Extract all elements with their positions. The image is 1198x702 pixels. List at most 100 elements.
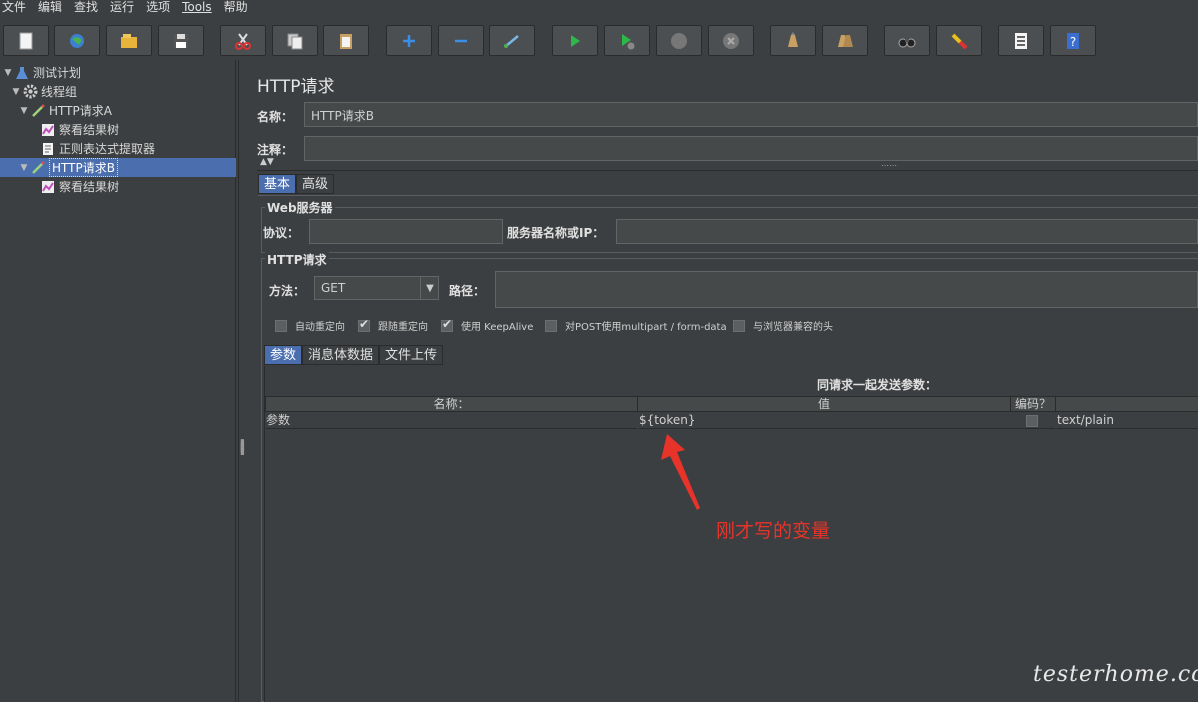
tab-parameters[interactable]: 参数 [264, 345, 303, 365]
splitter-grip-icon[interactable]: ▮ ▮ ▮ ▮ [240, 439, 245, 457]
annotation-arrow [661, 434, 700, 510]
reset-search-button[interactable] [936, 25, 982, 56]
http-request-panel: HTTP请求 名称： HTTP请求B 注释： ▲▼ ⋯⋯ 基本 高级 Web服务… [247, 60, 1198, 702]
page-title: HTTP请求 [257, 77, 335, 97]
start-icon [571, 34, 580, 47]
param-name-cell[interactable]: 参数 [266, 413, 637, 429]
resize-grip-icon[interactable]: ⋯⋯ [881, 161, 897, 170]
expand-arrow-icon[interactable]: ▼ [10, 87, 22, 97]
clear-button[interactable] [770, 25, 816, 56]
menu-bar: 文件 编辑 查找 运行 选项 Tools 帮助 [0, 0, 1198, 14]
collapse-button[interactable] [438, 25, 484, 56]
web-server-title: Web服务器 [265, 199, 335, 216]
tree-item-view-results-tree-2[interactable]: 察看结果树 [40, 177, 119, 196]
menu-options[interactable]: 选项 [146, 0, 170, 14]
keepalive-checkbox[interactable]: 使用 KeepAlive [441, 317, 533, 333]
pane-splitter[interactable] [238, 60, 246, 702]
follow-redirect-checkbox[interactable]: 跟随重定向 [358, 317, 428, 333]
expand-button[interactable] [386, 25, 432, 56]
parameters-heading: 同请求一起发送参数： [817, 378, 938, 392]
copy-button[interactable] [272, 25, 318, 56]
chevron-down-icon[interactable]: ▼ [420, 276, 439, 300]
new-button[interactable] [3, 25, 49, 56]
checkbox-box[interactable] [441, 317, 453, 332]
paste-button[interactable] [323, 25, 369, 56]
expand-arrow-icon[interactable]: ▼ [18, 106, 30, 116]
function-helper-button[interactable] [998, 25, 1044, 56]
param-encode-cell[interactable] [1010, 413, 1055, 429]
watermark: testerhome.com [1033, 662, 1198, 687]
encode-checkbox[interactable] [1026, 415, 1038, 427]
clear-all-button[interactable] [822, 25, 868, 56]
pipette-icon [30, 160, 46, 176]
param-value-cell[interactable]: ${token} [639, 413, 1010, 429]
svg-text:?: ? [1070, 35, 1076, 49]
open-button[interactable] [106, 25, 152, 56]
server-name-field[interactable] [616, 219, 1198, 244]
browser-headers-checkbox[interactable]: 与浏览器兼容的头 [733, 318, 833, 333]
checkbox-box[interactable] [733, 319, 745, 332]
auto-redirect-checkbox[interactable]: 自动重定向 [275, 318, 345, 333]
multipart-checkbox[interactable]: 对POST使用multipart / form-data [545, 318, 727, 333]
menu-help[interactable]: 帮助 [224, 0, 248, 14]
menu-run[interactable]: 运行 [110, 0, 134, 14]
collapse-icon [455, 39, 467, 42]
server-name-label: 服务器名称或IP： [507, 226, 605, 240]
start-no-pauses-button[interactable] [604, 25, 650, 56]
document-icon [40, 141, 56, 157]
tab-body-data[interactable]: 消息体数据 [302, 345, 380, 365]
column-header-value[interactable]: 值 [637, 396, 1011, 412]
param-content-type-cell[interactable]: text/plain [1057, 413, 1198, 429]
divider [257, 170, 1198, 171]
column-header-content-type[interactable] [1055, 396, 1198, 412]
shutdown-button[interactable] [708, 25, 754, 56]
collapse-toggle-icon[interactable]: ▲▼ [260, 158, 274, 167]
main-tabs: 基本 高级 [258, 174, 335, 194]
tree-item-label: 察看结果树 [59, 180, 120, 194]
search-button[interactable] [884, 25, 930, 56]
tab-advanced[interactable]: 高级 [296, 174, 335, 194]
templates-button[interactable] [54, 25, 100, 56]
checkbox-box[interactable] [275, 319, 287, 332]
method-label: 方法： [269, 284, 306, 298]
path-field[interactable] [495, 271, 1198, 308]
shutdown-icon [723, 32, 739, 49]
protocol-field[interactable] [309, 219, 503, 244]
comment-label: 注释： [257, 143, 294, 157]
http-request-group-title: HTTP请求 [265, 251, 329, 268]
expand-arrow-icon[interactable]: ▼ [18, 163, 30, 173]
cut-button[interactable] [220, 25, 266, 56]
menu-file[interactable]: 文件 [2, 0, 26, 14]
stop-button[interactable] [656, 25, 702, 56]
column-header-name[interactable]: 名称： [265, 396, 638, 412]
comment-field[interactable] [304, 136, 1198, 161]
tree-item-regex-extractor[interactable]: 正则表达式提取器 [40, 139, 155, 158]
menu-edit[interactable]: 编辑 [38, 0, 62, 14]
toggle-icon [504, 34, 519, 48]
clear-all-icon [838, 34, 853, 47]
tree-item-http-request-b[interactable]: ▼ HTTP请求B [18, 158, 118, 177]
tab-files-upload[interactable]: 文件上传 [379, 345, 444, 365]
menu-search[interactable]: 查找 [74, 0, 98, 14]
save-button[interactable] [158, 25, 204, 56]
start-button[interactable] [552, 25, 598, 56]
gear-icon [22, 84, 38, 100]
tree-item-test-plan[interactable]: ▼ 测试计划 [2, 63, 81, 82]
tree-item-label: HTTP请求A [49, 104, 112, 118]
pipette-icon [30, 103, 46, 119]
cut-icon [235, 32, 251, 50]
checkbox-box[interactable] [545, 319, 557, 332]
menu-tools[interactable]: Tools [182, 0, 212, 14]
help-button[interactable]: ? [1050, 25, 1096, 56]
tree-item-http-request-a[interactable]: ▼ HTTP请求A [18, 101, 112, 120]
expand-arrow-icon[interactable]: ▼ [2, 68, 14, 78]
tree-item-thread-group[interactable]: ▼ 线程组 [10, 82, 77, 101]
expand-icon [403, 34, 415, 47]
tab-basic[interactable]: 基本 [258, 174, 297, 194]
name-field[interactable]: HTTP请求B [304, 102, 1198, 127]
toggle-button[interactable] [489, 25, 535, 56]
column-header-encode[interactable]: 编码？ [1010, 396, 1056, 412]
checkbox-label: 自动重定向 [295, 322, 345, 333]
checkbox-box[interactable] [358, 317, 370, 332]
tree-item-view-results-tree[interactable]: 察看结果树 [40, 120, 119, 139]
